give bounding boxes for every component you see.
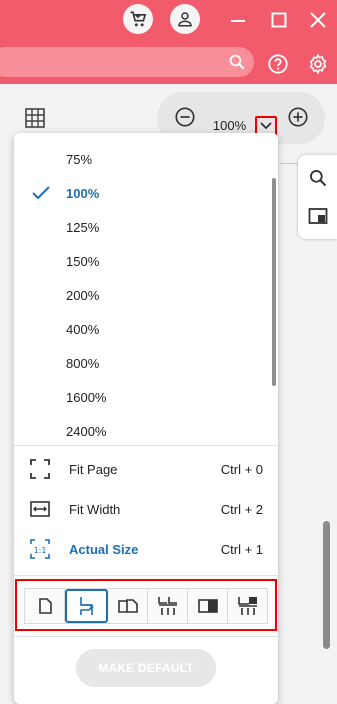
two-page-cover-continuous-icon: [237, 597, 257, 615]
actual-size-option[interactable]: 1:1 Actual Size Ctrl + 1: [14, 529, 278, 569]
two-page-cover-continuous-button[interactable]: [228, 589, 267, 623]
title-bar: [0, 0, 337, 84]
zoom-option-800[interactable]: 800%: [14, 346, 278, 380]
search-icon[interactable]: [307, 167, 329, 189]
fit-page-icon: [30, 459, 50, 482]
two-page-icon: [117, 599, 138, 613]
close-icon[interactable]: [306, 8, 330, 32]
divider: [14, 445, 278, 446]
single-page-icon: [38, 598, 52, 614]
two-page-button[interactable]: [108, 589, 148, 623]
search-input[interactable]: [0, 47, 254, 77]
fit-page-option[interactable]: Fit Page Ctrl + 0: [14, 449, 278, 489]
zoom-option-100[interactable]: 100%: [14, 176, 278, 210]
panel-icon[interactable]: [307, 205, 329, 227]
gear-icon[interactable]: [306, 52, 330, 76]
two-page-continuous-button[interactable]: [148, 589, 188, 623]
page-layout-section: [15, 579, 277, 631]
plus-circle-icon[interactable]: [287, 106, 309, 128]
single-page-continuous-button[interactable]: [65, 589, 108, 623]
chevron-down-icon: [260, 122, 272, 130]
check-icon: [32, 185, 50, 204]
cart-icon[interactable]: [123, 4, 153, 34]
help-icon[interactable]: [266, 52, 290, 76]
zoom-dropdown-menu: 75% 100% 125% 150% 200% 400% 800% 1600% …: [14, 133, 278, 704]
divider: [14, 575, 278, 576]
maximize-icon[interactable]: [267, 8, 291, 32]
zoom-options-list: 75% 100% 125% 150% 200% 400% 800% 1600% …: [14, 142, 278, 448]
page-layout-bar: [24, 588, 268, 624]
zoom-option-150[interactable]: 150%: [14, 244, 278, 278]
actual-size-icon: 1:1: [30, 539, 50, 562]
single-page-continuous-icon: [79, 597, 94, 615]
zoom-option-1600[interactable]: 1600%: [14, 380, 278, 414]
search-icon[interactable]: [228, 53, 246, 76]
zoom-option-400[interactable]: 400%: [14, 312, 278, 346]
zoom-option-2400[interactable]: 2400%: [14, 414, 278, 448]
side-panel: [298, 155, 337, 239]
fit-width-icon: [30, 499, 50, 522]
user-icon[interactable]: [170, 4, 200, 34]
divider: [14, 636, 278, 637]
svg-text:1:1: 1:1: [34, 546, 47, 555]
two-page-cover-icon: [197, 599, 218, 613]
zoom-option-200[interactable]: 200%: [14, 278, 278, 312]
single-page-button[interactable]: [25, 589, 65, 623]
zoom-option-75[interactable]: 75%: [14, 142, 278, 176]
zoom-option-125[interactable]: 125%: [14, 210, 278, 244]
minimize-icon[interactable]: [226, 8, 250, 32]
page-scrollbar[interactable]: [323, 521, 330, 649]
zoom-list-scrollbar[interactable]: [272, 178, 276, 386]
fit-width-option[interactable]: Fit Width Ctrl + 2: [14, 489, 278, 529]
divider: [280, 163, 300, 164]
two-page-continuous-icon: [157, 597, 177, 615]
two-page-cover-button[interactable]: [188, 589, 228, 623]
minus-circle-icon[interactable]: [174, 106, 196, 128]
grid-icon[interactable]: [24, 107, 46, 129]
make-default-button[interactable]: MAKE DEFAULT: [76, 649, 216, 687]
